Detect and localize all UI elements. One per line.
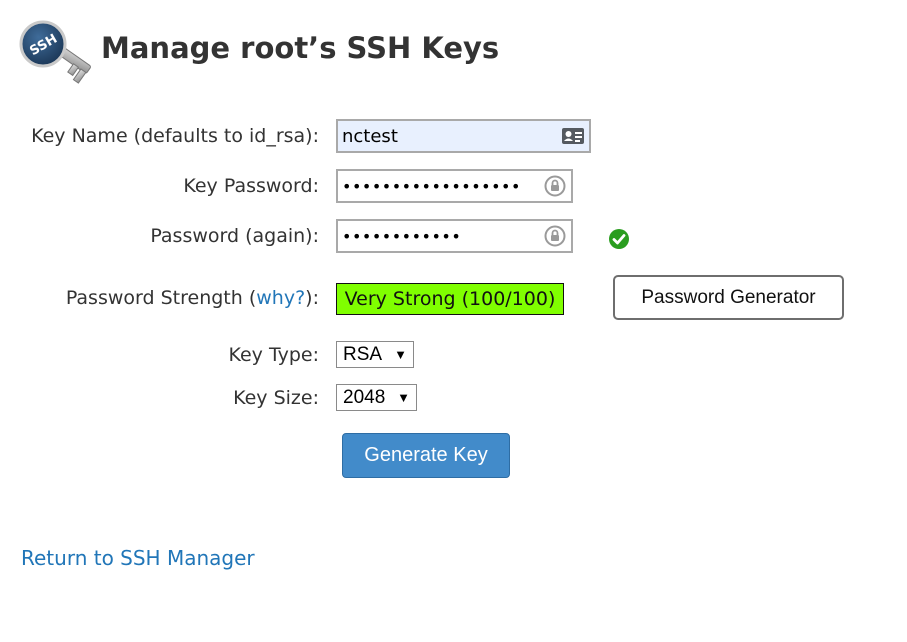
key-size-select[interactable]: 2048 ▼ [336, 384, 417, 411]
password-strength-label: Password Strength (why?): [66, 286, 319, 310]
contact-card-icon[interactable] [559, 122, 587, 150]
key-size-label: Key Size: [233, 387, 319, 409]
key-password-input[interactable] [338, 172, 541, 200]
page-header: SSH Manage root’s SSH Keys [18, 18, 538, 90]
lock-icon[interactable] [541, 172, 569, 200]
key-type-label: Key Type: [228, 344, 319, 366]
password-again-field[interactable] [336, 219, 573, 253]
dropdown-arrow-icon: ▼ [394, 347, 407, 362]
key-password-field[interactable] [336, 169, 573, 203]
password-again-input[interactable] [338, 222, 541, 250]
ssh-key-icon: SSH [19, 20, 91, 84]
generate-key-button[interactable]: Generate Key [342, 433, 510, 478]
strength-label-prefix: Password Strength ( [65, 287, 257, 309]
lock-icon[interactable] [541, 222, 569, 250]
key-type-value: RSA [343, 343, 383, 365]
password-again-label: Password (again): [150, 225, 319, 247]
page-title: Manage root’s SSH Keys [101, 31, 500, 65]
strength-label-suffix: ): [305, 287, 319, 309]
dropdown-arrow-icon: ▼ [397, 390, 410, 405]
key-name-field[interactable] [336, 119, 591, 153]
key-name-label: Key Name (defaults to id_rsa): [31, 125, 319, 147]
why-help-link[interactable]: why? [256, 287, 305, 309]
password-generator-button[interactable]: Password Generator [613, 275, 844, 320]
return-to-ssh-manager-link[interactable]: Return to SSH Manager [21, 546, 255, 570]
key-size-value: 2048 [343, 386, 386, 408]
key-password-label: Key Password: [183, 175, 319, 197]
green-check-icon [609, 229, 629, 249]
key-name-input[interactable] [338, 122, 559, 150]
password-strength-meter: Very Strong (100/100) [336, 283, 564, 315]
key-type-select[interactable]: RSA ▼ [336, 341, 414, 368]
